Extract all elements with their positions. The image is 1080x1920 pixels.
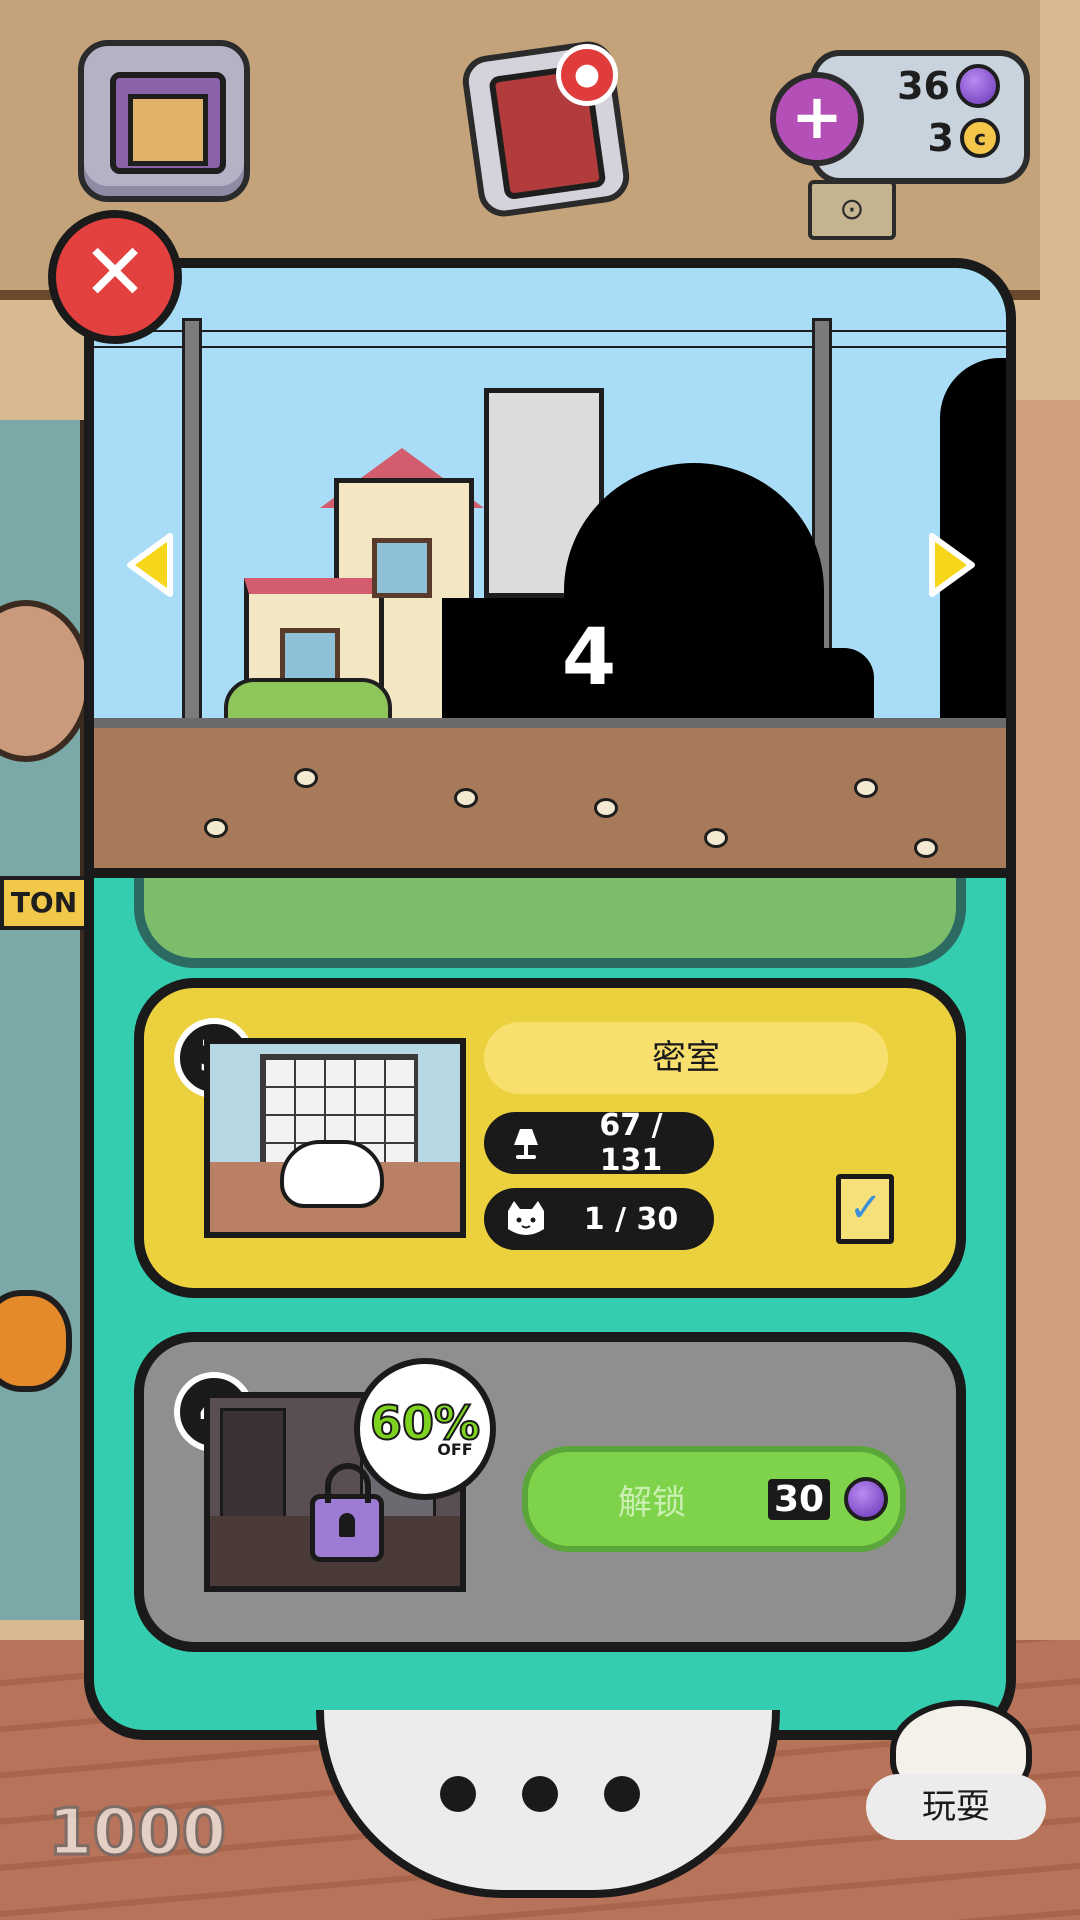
locked-area-number: 4 [561,613,617,703]
room-shelf [220,1408,286,1524]
discount-off-label: OFF [437,1439,473,1459]
room-name: 密室 [484,1022,888,1094]
ellipsis-icon [440,1776,640,1826]
play-button[interactable]: 玩耍 [866,1774,1046,1840]
notification-badge: ● [556,44,618,106]
room-select-panel: 3 密室 67 / 131 [84,258,1016,1740]
unlock-button[interactable]: 解锁 30 [522,1446,906,1552]
room-card-4-locked[interactable]: 4 60% OFF 解锁 30 [134,1332,966,1652]
unlock-price: 30 [768,1478,831,1520]
camera-icon[interactable]: ⊙ [808,180,896,240]
room-thumbnail [204,1038,466,1238]
locked-bush-silhouette [774,648,874,718]
neighborhood-preview: 4 [94,268,1006,878]
background-left-shelf [0,420,88,1620]
gem-icon [956,64,1000,108]
gem-balance: 36 [897,64,1000,108]
cats-progress-pill: 1 / 30 [484,1188,714,1250]
background-pumpkin-decor [0,1290,72,1392]
discount-badge: 60% OFF [354,1358,496,1500]
scroll-left-arrow-icon[interactable] [122,530,178,600]
gem-icon [844,1477,889,1521]
padlock-icon [310,1463,384,1562]
add-currency-button[interactable]: + [770,72,864,166]
scroll-right-arrow-icon[interactable] [924,530,980,600]
unlock-label: 解锁 [618,1482,686,1523]
furniture-progress-pill: 67 / 131 [484,1108,714,1178]
cats-progress: 1 / 30 [583,1201,679,1237]
coin-reward-text: 1000 [46,1795,227,1872]
room-card-3[interactable]: 3 密室 67 / 131 [134,978,966,1298]
gem-count: 36 [897,64,950,108]
close-button[interactable]: ✕ [48,210,182,344]
utility-pole [182,318,202,724]
cat-face-icon [504,1197,548,1241]
lamp-icon [504,1121,548,1165]
ground [94,718,1006,868]
coin-count: 3 [927,116,954,160]
cat-icon [280,1140,384,1208]
checklist-icon[interactable]: ✓ [836,1174,894,1244]
coin-icon: c [960,118,1000,158]
house-button[interactable] [78,40,250,202]
house-icon-inside [128,94,208,166]
background-sign: TON [0,876,88,930]
coin-balance: 3 c [928,116,1000,160]
furniture-progress: 67 / 131 [599,1108,663,1178]
